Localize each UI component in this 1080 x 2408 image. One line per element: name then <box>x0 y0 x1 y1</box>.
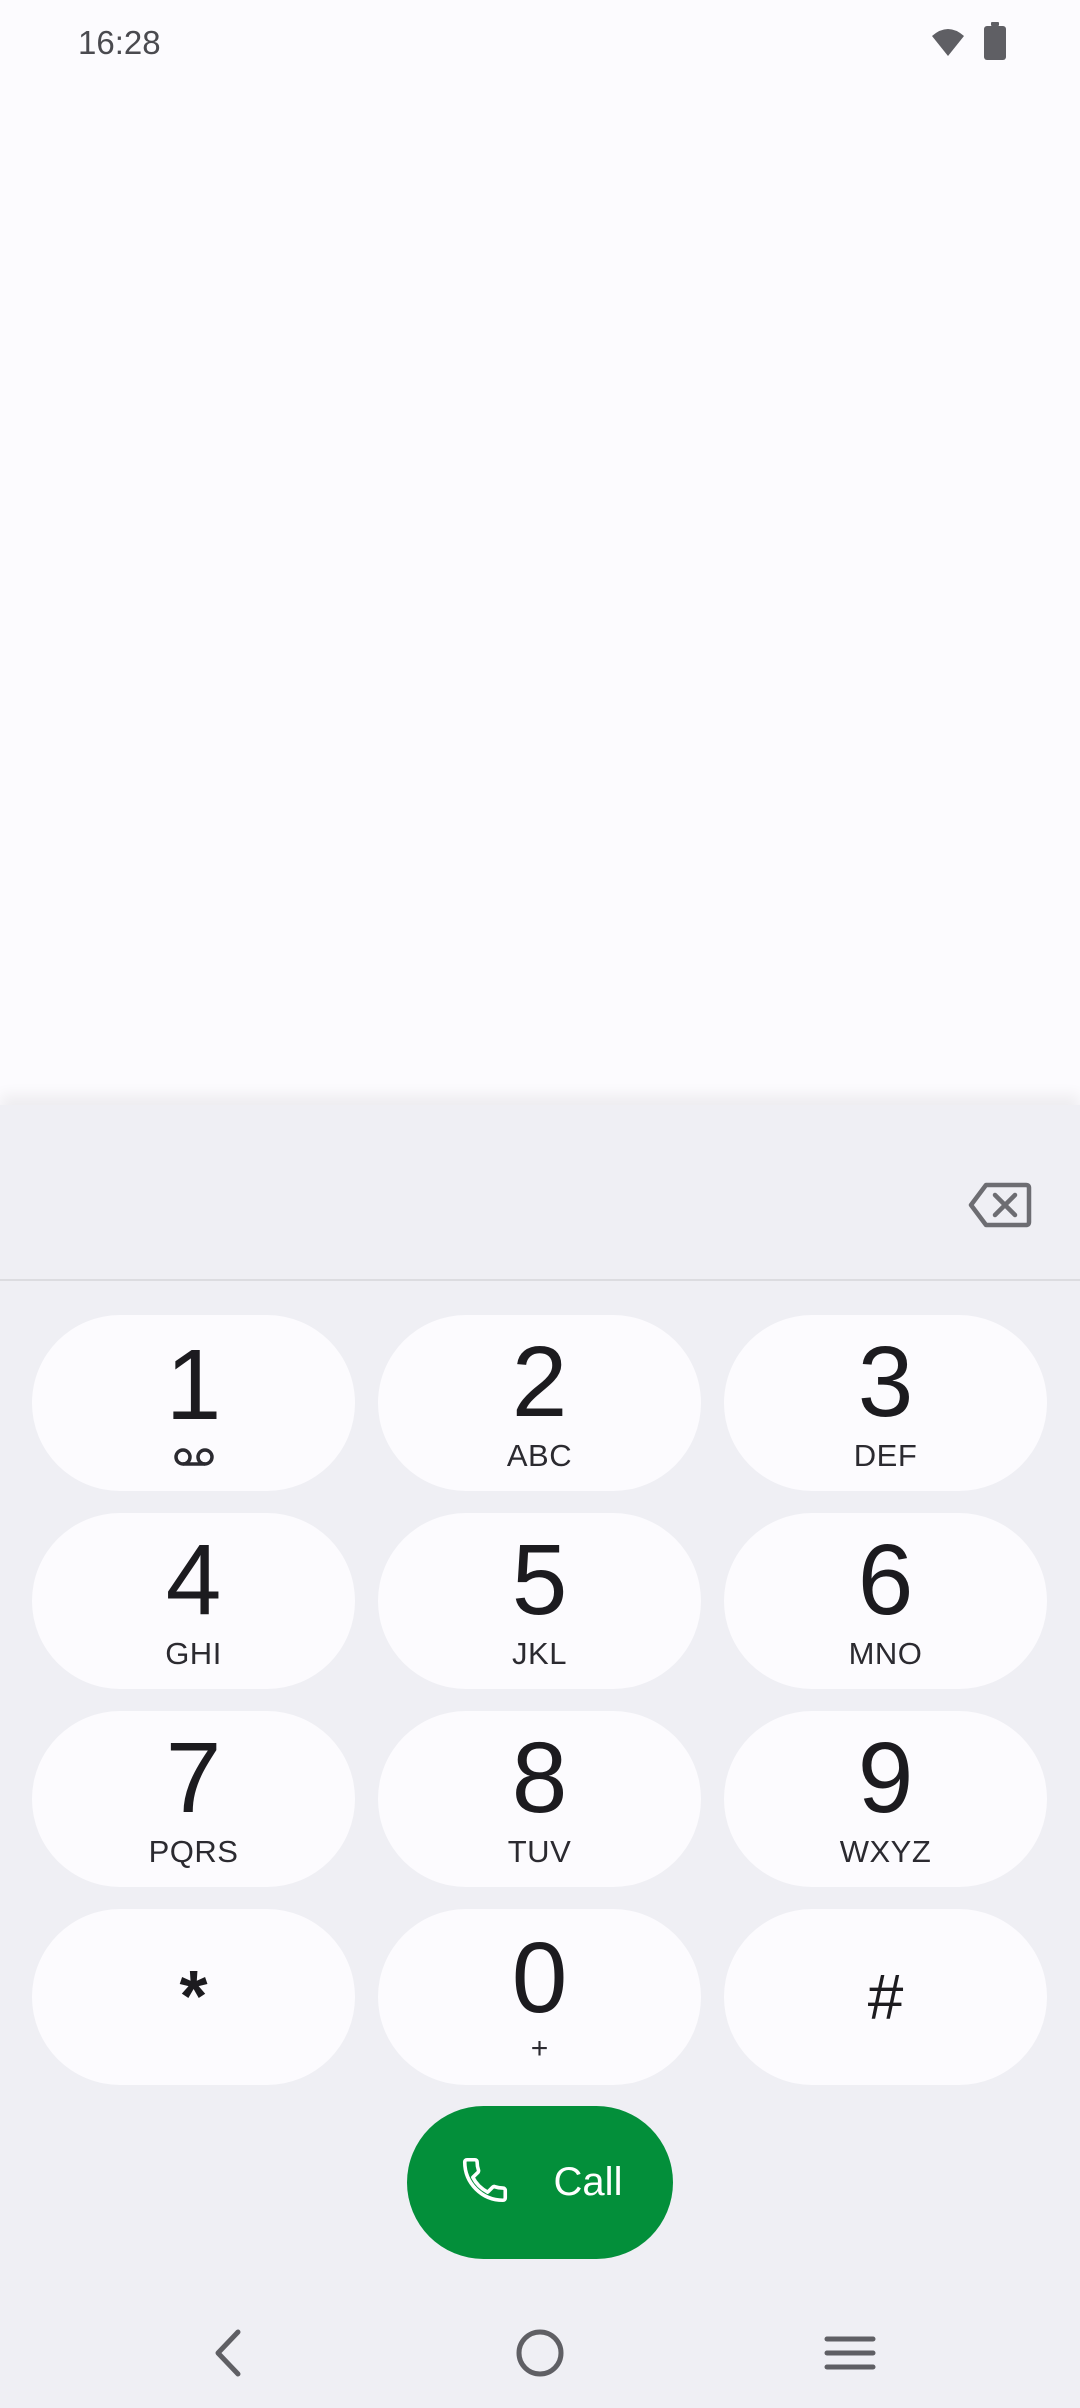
key-star[interactable]: * <box>32 1909 355 2085</box>
key-digit: 7 <box>165 1722 222 1834</box>
key-letters: TUV <box>507 1834 572 1869</box>
home-button[interactable] <box>500 2320 580 2386</box>
key-letters: WXYZ <box>839 1834 932 1869</box>
key-letters: ABC <box>506 1438 573 1473</box>
key-digit: 0 <box>511 1922 568 2034</box>
key-digit: 4 <box>165 1524 222 1636</box>
call-button[interactable]: Call <box>407 2106 673 2259</box>
key-digit: 2 <box>511 1326 568 1438</box>
status-time: 16:28 <box>78 24 161 61</box>
key-letters: PQRS <box>148 1834 239 1869</box>
key-letters: DEF <box>853 1438 918 1473</box>
key-digit: 6 <box>857 1524 914 1636</box>
back-button[interactable] <box>188 2320 268 2386</box>
key-digit: 8 <box>511 1722 568 1834</box>
status-bar: 16:28 <box>0 0 1080 90</box>
backspace-button[interactable] <box>960 1175 1040 1235</box>
digits-row <box>0 1105 1080 1281</box>
key-digit: 1 <box>165 1328 222 1441</box>
call-log-area <box>0 90 1080 1105</box>
backspace-icon <box>968 1182 1032 1228</box>
key-1[interactable]: 1 <box>32 1315 355 1491</box>
key-2[interactable]: 2 ABC <box>378 1315 701 1491</box>
key-digit: 5 <box>511 1524 568 1636</box>
key-6[interactable]: 6 MNO <box>724 1513 1047 1689</box>
key-letters: + <box>530 2032 549 2065</box>
key-digit: 9 <box>857 1722 914 1834</box>
key-9[interactable]: 9 WXYZ <box>724 1711 1047 1887</box>
key-7[interactable]: 7 PQRS <box>32 1711 355 1887</box>
voicemail-icon <box>173 1447 215 1472</box>
key-letters: MNO <box>848 1636 923 1671</box>
key-digit: 3 <box>857 1326 914 1438</box>
battery-icon <box>984 22 1006 65</box>
status-icons <box>930 22 1006 65</box>
key-0[interactable]: 0 + <box>378 1909 701 2085</box>
call-label: Call <box>553 2160 623 2204</box>
home-icon <box>516 2329 564 2377</box>
recents-button[interactable] <box>810 2320 890 2386</box>
phone-icon <box>458 2153 512 2212</box>
digits-input[interactable] <box>40 1145 920 1235</box>
key-8[interactable]: 8 TUV <box>378 1711 701 1887</box>
key-5[interactable]: 5 JKL <box>378 1513 701 1689</box>
recents-icon <box>824 2336 876 2370</box>
keypad: 1 2 ABC 3 DEF 4 GHI 5 JKL 6 MNO 7 PQRS 8… <box>32 1315 1047 2085</box>
key-letters: JKL <box>512 1636 567 1671</box>
wifi-icon <box>930 24 966 63</box>
key-letters: GHI <box>165 1636 222 1671</box>
back-icon <box>215 2329 241 2377</box>
key-3[interactable]: 3 DEF <box>724 1315 1047 1491</box>
key-digit: # <box>867 1961 904 2033</box>
key-digit: * <box>179 1957 208 2037</box>
navigation-bar <box>0 2300 1080 2408</box>
key-hash[interactable]: # <box>724 1909 1047 2085</box>
key-4[interactable]: 4 GHI <box>32 1513 355 1689</box>
